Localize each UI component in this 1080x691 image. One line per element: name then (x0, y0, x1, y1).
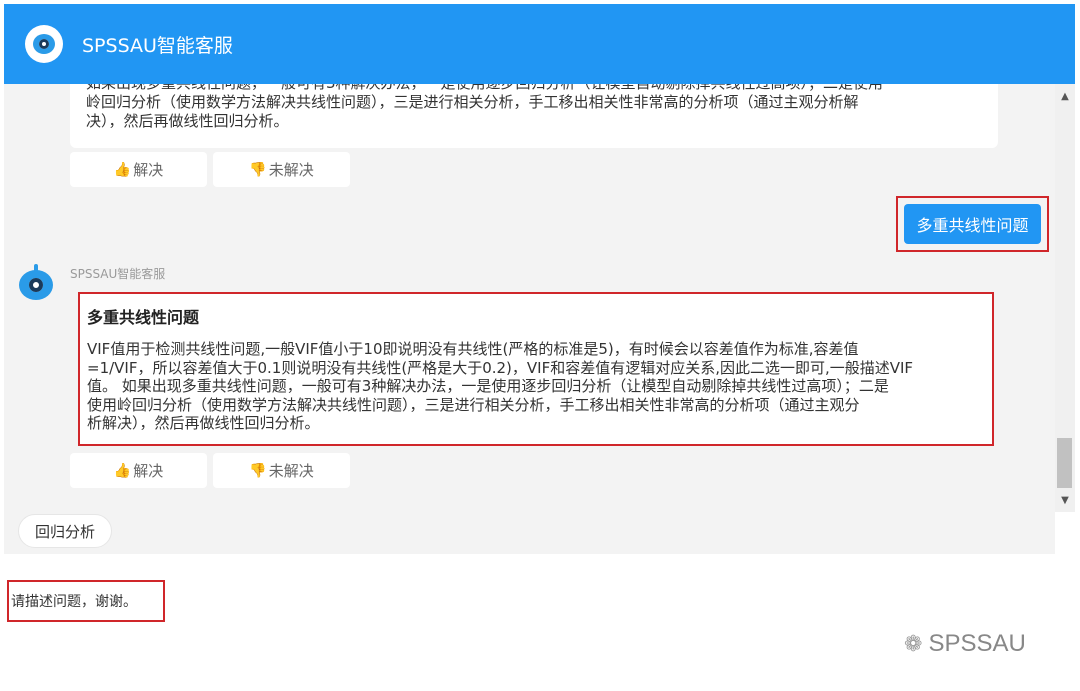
question-input[interactable] (11, 588, 161, 616)
input-highlight (7, 580, 165, 622)
wechat-icon: ❁ (904, 631, 923, 656)
answer-line: 析解决），然后再做线性回归分析。 (87, 414, 320, 432)
thumbs-up-icon: 👍 (113, 462, 132, 479)
unresolved-label: 未解决 (268, 161, 314, 179)
bot-answer-highlight: 多重共线性问题 VIF值用于检测共线性问题,一般VIF值小于10即说明没有共线性… (78, 292, 994, 446)
robot-avatar-icon (17, 264, 57, 304)
user-question-bubble: 多重共线性问题 (904, 204, 1041, 244)
unresolved-button[interactable]: 👎 未解决 (213, 152, 350, 187)
unresolved-button[interactable]: 👎 未解决 (213, 453, 350, 488)
resolved-label: 解决 (133, 462, 164, 480)
previous-answer-line: 岭回归分析（使用数学方法解决共线性问题），三是进行相关分析，手工移出相关性非常高… (86, 93, 859, 111)
scroll-down-arrow-icon[interactable]: ▼ (1055, 492, 1075, 508)
answer-line: VIF值用于检测共线性问题,一般VIF值小于10即说明没有共线性(严格的标准是5… (87, 340, 859, 358)
resolved-label: 解决 (133, 161, 164, 179)
previous-answer-bubble: 如果出现多重共线性问题，一般可有3种解决办法，一是使用逐步回归分析（让模型自动剔… (70, 84, 998, 148)
answer-line: 值。 如果出现多重共线性问题，一般可有3种解决办法，一是使用逐步回归分析（让模型… (87, 377, 889, 395)
answer-line: =1/VIF，所以容差值大于0.1则说明没有共线性(严格是大于0.2)，VIF和… (87, 358, 914, 377)
bot-name: SPSSAU智能客服 (70, 267, 166, 281)
watermark: ❁ SPSSAU (904, 630, 1026, 658)
answer-title: 多重共线性问题 (87, 308, 200, 327)
scroll-up-arrow-icon[interactable]: ▲ (1055, 88, 1075, 104)
chat-header: SPSSAU智能客服 (4, 4, 1075, 84)
answer-line: 使用岭回归分析（使用数学方法解决共线性问题），三是进行相关分析，手工移出相关性非… (87, 395, 860, 414)
user-question-highlight: 多重共线性问题 (896, 196, 1049, 252)
unresolved-label: 未解决 (268, 462, 314, 480)
suggestion-chip[interactable]: 回归分析 (18, 514, 112, 548)
header-title: SPSSAU智能客服 (82, 34, 233, 57)
scroll-thumb[interactable] (1057, 438, 1072, 488)
thumbs-down-icon: 👎 (249, 462, 267, 479)
previous-answer-line: 决），然后再做线性回归分析。 (86, 112, 289, 130)
robot-eye-logo-icon (25, 25, 63, 63)
input-panel (4, 554, 1075, 691)
watermark-text: SPSSAU (928, 630, 1026, 657)
previous-answer-line: 如果出现多重共线性问题，一般可有3种解决办法，一是使用逐步回归分析（让模型自动剔… (86, 84, 982, 93)
thumbs-down-icon: 👎 (249, 161, 267, 178)
previous-feedback-row: 👍 解决 👎 未解决 (70, 152, 350, 187)
answer-feedback-row: 👍 解决 👎 未解决 (70, 453, 350, 488)
resolved-button[interactable]: 👍 解决 (70, 453, 207, 488)
thumbs-up-icon: 👍 (113, 161, 132, 178)
chat-message-area[interactable]: 如果出现多重共线性问题，一般可有3种解决办法，一是使用逐步回归分析（让模型自动剔… (4, 84, 1055, 554)
resolved-button[interactable]: 👍 解决 (70, 152, 207, 187)
chat-scrollbar[interactable]: ▲ ▼ (1055, 84, 1075, 512)
answer-body: VIF值用于检测共线性问题,一般VIF值小于10即说明没有共线性(严格的标准是5… (87, 340, 983, 433)
